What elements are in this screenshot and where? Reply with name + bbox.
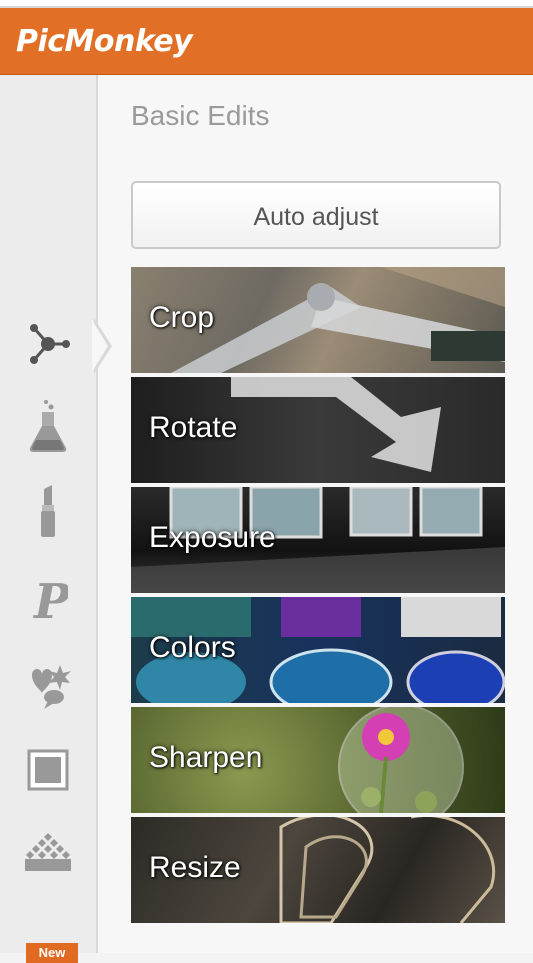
overlays-icon[interactable] (24, 660, 72, 712)
tool-label: Resize (149, 851, 241, 884)
tool-colors[interactable]: Colors (131, 597, 505, 703)
picmonkey-logo[interactable]: PicMonkey (16, 24, 193, 59)
panel-title: Basic Edits (131, 100, 270, 131)
tool-label: Sharpen (149, 741, 263, 774)
tool-category-sidebar: P New (0, 75, 98, 963)
tool-label: Exposure (149, 521, 276, 554)
tool-rotate[interactable]: Rotate (131, 377, 505, 483)
basic-edits-icon[interactable] (24, 318, 72, 370)
text-p-icon[interactable]: P (24, 573, 72, 625)
active-pointer (92, 320, 108, 372)
touch-up-lipstick-icon[interactable] (24, 485, 72, 539)
frames-icon[interactable] (24, 744, 72, 796)
auto-adjust-button[interactable]: Auto adjust (131, 181, 501, 249)
app-header: PicMonkey (0, 0, 533, 75)
tool-exposure[interactable]: Exposure (131, 487, 505, 593)
effects-flask-icon[interactable] (24, 400, 72, 452)
tool-sharpen[interactable]: Sharpen (131, 707, 505, 813)
textures-icon[interactable] (24, 825, 72, 877)
svg-text:P: P (32, 574, 68, 624)
tool-label: Crop (149, 301, 215, 334)
tool-label: Colors (149, 631, 236, 664)
tool-crop[interactable]: Crop (131, 267, 505, 373)
tool-resize[interactable]: Resize (131, 817, 505, 923)
new-badge: New (26, 943, 78, 963)
tool-label: Rotate (149, 411, 238, 444)
